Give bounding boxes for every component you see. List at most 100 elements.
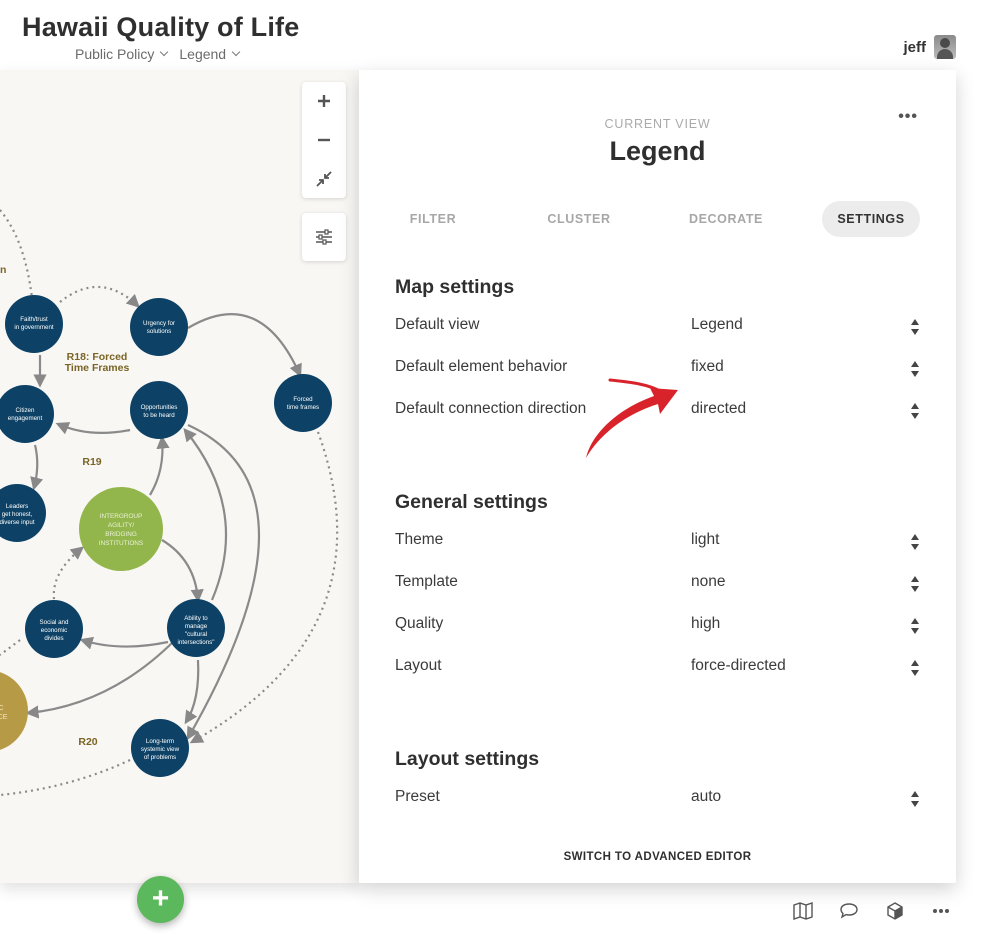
nav-public-policy-label: Public Policy [75, 46, 155, 62]
connection [52, 546, 85, 606]
svg-text:Opportunities: Opportunities [141, 404, 178, 411]
svg-text:engagement: engagement [8, 415, 43, 422]
avatar [934, 35, 956, 59]
setting-value: none [691, 573, 726, 590]
tab-cluster[interactable]: CLUSTER [524, 201, 634, 237]
loop-label-r18: Time Frames [65, 362, 130, 374]
setting-label: Layout [395, 657, 442, 674]
node-leaders[interactable]: Leaders get honest, diverse input [0, 484, 46, 542]
loop-label-fragment: n [0, 264, 6, 276]
select-arrows-icon [910, 534, 920, 552]
connection [0, 209, 34, 299]
tab-filter[interactable]: FILTER [386, 201, 480, 237]
svg-text:Faith/trust: Faith/trust [20, 316, 48, 323]
breadcrumb: Public Policy Legend [75, 46, 241, 62]
section-general-settings: General settings [395, 491, 548, 513]
node-citizen[interactable]: Citizen engagement [0, 385, 54, 443]
node-faith[interactable]: Faith/trust in government [5, 295, 63, 353]
node-longterm[interactable]: Long-term systemic view of problems [131, 719, 189, 777]
svg-text:diverse input: diverse input [0, 519, 35, 526]
setting-label: Default view [395, 316, 480, 333]
svg-text:economic: economic [41, 627, 67, 634]
select-arrows-icon [910, 791, 920, 809]
tab-settings[interactable]: SETTINGS [822, 201, 920, 237]
map-canvas[interactable]: Faith/trust in government Urgency for so… [0, 70, 359, 883]
setting-quality[interactable]: Quality high [395, 615, 920, 639]
setting-label: Default connection direction [395, 400, 587, 417]
svg-text:Long-term: Long-term [146, 738, 174, 745]
nav-legend[interactable]: Legend [179, 46, 241, 62]
zoom-out-button[interactable] [302, 123, 346, 157]
svg-text:NCE: NCE [0, 714, 8, 721]
comment-icon[interactable] [838, 900, 860, 922]
setting-theme[interactable]: Theme light [395, 531, 920, 555]
fit-view-button[interactable] [302, 162, 346, 196]
connection [161, 539, 204, 603]
svg-text:solutions: solutions [147, 328, 171, 335]
chevron-down-icon [160, 47, 169, 57]
svg-text:in government: in government [14, 324, 53, 331]
cube-icon[interactable] [884, 900, 906, 922]
setting-layout[interactable]: Layout force-directed [395, 657, 920, 681]
setting-value: auto [691, 788, 722, 805]
map-icon[interactable] [792, 900, 814, 922]
svg-text:INTERGROUP: INTERGROUP [100, 513, 143, 520]
setting-value: light [691, 531, 720, 548]
nav-public-policy[interactable]: Public Policy [75, 46, 169, 62]
select-arrows-icon [910, 660, 920, 678]
select-arrows-icon [910, 361, 920, 379]
setting-preset[interactable]: Preset auto [395, 788, 920, 812]
svg-text:divides: divides [44, 635, 63, 642]
annotation-arrow-icon [586, 378, 678, 458]
select-arrows-icon [910, 319, 920, 337]
plus-icon: + [151, 881, 170, 915]
map-settings-button[interactable] [302, 213, 346, 261]
settings-panel: ••• CURRENT VIEW Legend FILTER CLUSTER D… [359, 70, 956, 883]
select-arrows-icon [910, 576, 920, 594]
app-title: Hawaii Quality of Life [22, 12, 300, 42]
svg-text:systemic view: systemic view [141, 746, 180, 753]
node-intergroup[interactable]: INTERGROUP AGILITY/ BRIDGING INSTITUTION… [79, 487, 163, 571]
svg-text:Forced: Forced [293, 396, 313, 403]
zoom-in-button[interactable] [302, 84, 346, 118]
switch-advanced-editor-link[interactable]: SWITCH TO ADVANCED EDITOR [359, 851, 956, 863]
user-name: jeff [903, 38, 927, 56]
node-urgency[interactable]: Urgency for solutions [130, 298, 188, 356]
connection [149, 435, 170, 496]
svg-text:"cultural: "cultural [185, 631, 207, 638]
setting-default-view[interactable]: Default view Legend [395, 316, 920, 340]
node-gold-partial[interactable]: IC NCE [0, 670, 28, 752]
footer-toolbar [792, 900, 952, 922]
node-social[interactable]: Social and economic divides [25, 600, 83, 658]
node-ability[interactable]: Ability to manage "cultural intersection… [167, 599, 225, 657]
user-menu[interactable]: jeff [903, 35, 956, 59]
tab-bar: FILTER CLUSTER DECORATE SETTINGS [386, 201, 920, 237]
connection [187, 313, 302, 378]
minus-icon [318, 138, 330, 142]
svg-text:time frames: time frames [287, 404, 319, 411]
connection [0, 639, 21, 656]
nav-legend-label: Legend [179, 46, 227, 62]
add-element-button[interactable]: + [137, 876, 184, 923]
setting-template[interactable]: Template none [395, 573, 920, 597]
connection [55, 422, 131, 435]
svg-text:IC: IC [0, 705, 4, 712]
current-view-caption: CURRENT VIEW [604, 117, 711, 131]
zoom-controls [302, 82, 346, 198]
setting-label: Preset [395, 788, 440, 805]
setting-label: Default element behavior [395, 358, 568, 375]
setting-value: force-directed [691, 657, 786, 674]
setting-value: high [691, 615, 721, 632]
connection [184, 659, 200, 725]
setting-label: Theme [395, 531, 444, 548]
tab-decorate[interactable]: DECORATE [670, 201, 782, 237]
svg-text:Leaders: Leaders [6, 503, 28, 510]
loop-label-r19: R19 [82, 456, 101, 468]
more-icon[interactable] [930, 900, 952, 922]
svg-text:get honest,: get honest, [2, 511, 33, 518]
node-opportunities[interactable]: Opportunities to be heard [130, 381, 188, 439]
sliders-icon [316, 229, 332, 245]
setting-value: Legend [691, 316, 743, 333]
setting-value: directed [691, 400, 747, 417]
node-forced[interactable]: Forced time frames [274, 374, 332, 432]
